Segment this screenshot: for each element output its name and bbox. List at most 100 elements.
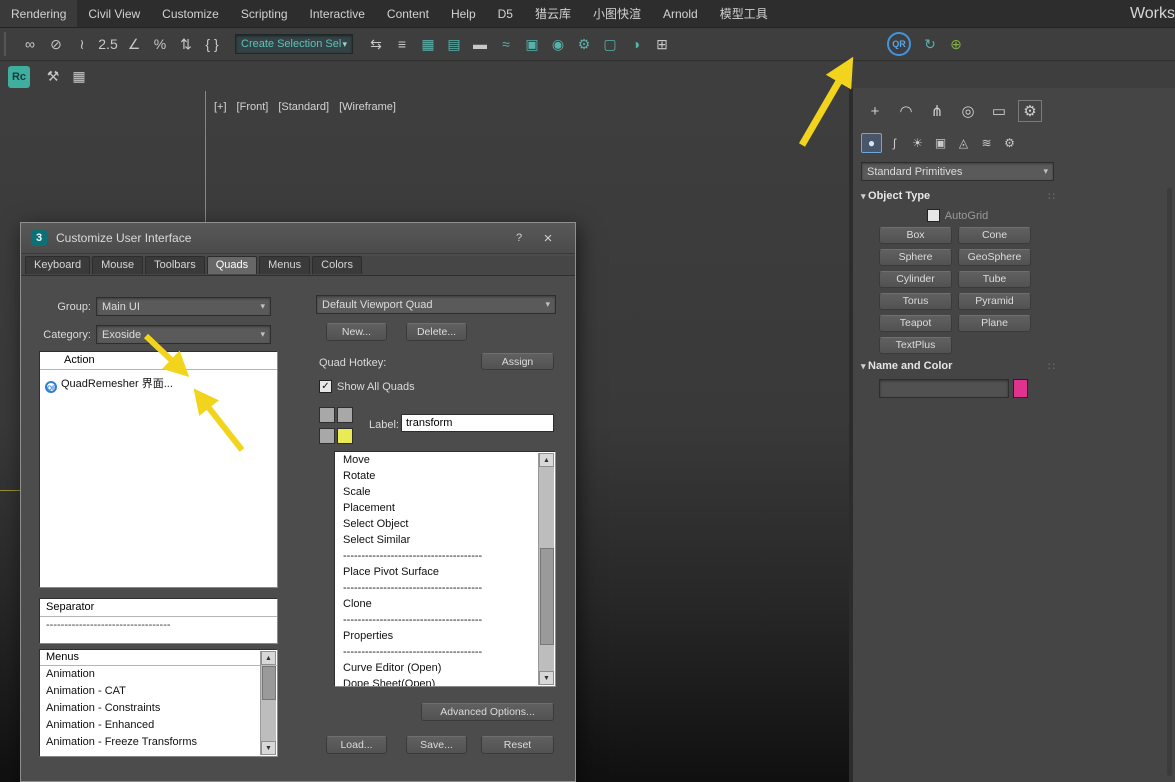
panel-scrollbar[interactable] [1167, 188, 1172, 776]
quad-menu-item[interactable]: Scale [335, 484, 540, 500]
align-icon[interactable]: ≡ [389, 31, 415, 57]
scroll-down-icon[interactable] [261, 741, 276, 755]
menu-item[interactable]: Rendering [0, 0, 78, 27]
quad-menu-item[interactable]: Place Pivot Surface [335, 564, 540, 580]
quad-selector-square[interactable] [319, 428, 335, 444]
new-button[interactable]: New... [326, 323, 387, 341]
quad-menu-item[interactable]: Rotate [335, 468, 540, 484]
toolbar-drag-handle[interactable] [4, 32, 11, 56]
create-tab-icon[interactable]: + [863, 100, 887, 122]
action-list[interactable]: Action QR QuadRemesher 界面... [39, 351, 278, 588]
quad-menu-item[interactable]: Clone [335, 596, 540, 612]
rc-plugin-icon[interactable]: Rc [8, 65, 30, 88]
scroll-thumb[interactable] [540, 548, 554, 645]
render-production-icon[interactable]: ◑ [623, 31, 649, 57]
group-dropdown[interactable]: Main UI [96, 297, 271, 316]
quad-menu-item[interactable]: Move [335, 452, 540, 468]
viewport-label-item[interactable]: [+] [214, 101, 227, 113]
render-setup-icon[interactable]: ⚙ [571, 31, 597, 57]
dialog-tab[interactable]: Mouse [92, 256, 144, 274]
menu-item[interactable]: Interactive [299, 0, 376, 27]
primitives-dropdown[interactable]: Standard Primitives [861, 162, 1054, 181]
advanced-options-button[interactable]: Advanced Options... [421, 703, 554, 721]
menu-item[interactable]: Help [440, 0, 487, 27]
quadremesher-icon[interactable]: QR [887, 32, 911, 56]
assign-button[interactable]: Assign [481, 353, 554, 370]
quad-menu-item[interactable]: Curve Editor (Open) [335, 660, 540, 676]
primitive-button[interactable]: Pyramid [958, 293, 1031, 310]
menus-list-item[interactable]: Animation - Freeze Transforms [40, 734, 262, 751]
spreadsheet-view-icon[interactable]: ▦ [66, 64, 92, 90]
scene-converter-icon[interactable]: ⚒ [40, 64, 66, 90]
close-icon[interactable]: × [531, 230, 565, 247]
bind-to-space-warp-icon[interactable]: ≀ [69, 31, 95, 57]
workspaces-menu[interactable]: Works [1119, 0, 1175, 27]
viewport-label-item[interactable]: [Wireframe] [339, 101, 396, 113]
primitive-button[interactable]: Plane [958, 315, 1031, 332]
scroll-up-icon[interactable] [261, 651, 276, 665]
percent-snap-icon[interactable]: % [147, 31, 173, 57]
separator-list[interactable]: Separator ------------------------------… [39, 598, 278, 644]
primitive-button[interactable]: GeoSphere [958, 249, 1031, 266]
dialog-titlebar[interactable]: 3 Customize User Interface ? × [21, 223, 575, 254]
unlink-selection-icon[interactable]: ⊘ [43, 31, 69, 57]
quad-selector-square[interactable] [319, 407, 335, 423]
quad-menu-item[interactable]: Placement [335, 500, 540, 516]
modify-tab-icon[interactable]: ◠ [894, 100, 918, 122]
spinner-snap-icon[interactable]: ⇅ [173, 31, 199, 57]
primitive-button[interactable]: Torus [879, 293, 952, 310]
load-button[interactable]: Load... [326, 736, 387, 754]
layer-explorer-icon[interactable]: ▤ [441, 31, 467, 57]
dialog-tab[interactable]: Quads [206, 256, 258, 274]
menu-item[interactable]: D5 [487, 0, 524, 27]
primitive-button[interactable]: Cylinder [879, 271, 952, 288]
primitive-button[interactable]: Cone [958, 227, 1031, 244]
menu-item[interactable]: 小图快渲 [582, 0, 652, 27]
menu-item[interactable]: Scripting [230, 0, 299, 27]
cameras-category-icon[interactable]: ▣ [930, 133, 951, 153]
quad-menu-item[interactable]: Select Object [335, 516, 540, 532]
mirror-icon[interactable]: ⇆ [363, 31, 389, 57]
rendered-frame-window-icon[interactable]: ▢ [597, 31, 623, 57]
separator-item[interactable]: ---------------------------------- [40, 617, 277, 634]
menu-item[interactable]: Content [376, 0, 440, 27]
menu-item[interactable]: 模型工具 [709, 0, 779, 27]
delete-button[interactable]: Delete... [406, 323, 467, 341]
menu-item[interactable]: 猎云库 [524, 0, 582, 27]
primitive-button[interactable]: Sphere [879, 249, 952, 266]
viewport-label-item[interactable]: [Standard] [278, 101, 329, 113]
dialog-tab[interactable]: Menus [259, 256, 311, 274]
scroll-down-icon[interactable] [539, 671, 554, 685]
scroll-thumb[interactable] [262, 666, 276, 700]
object-type-rollout[interactable]: Object Type ∷ [861, 190, 1061, 203]
display-tab-icon[interactable]: ▭ [987, 100, 1011, 122]
category-dropdown[interactable]: Exoside [96, 325, 271, 344]
quad-menu-item[interactable]: Select Similar [335, 532, 540, 548]
menu-item[interactable]: Arnold [652, 0, 709, 27]
quadremesher-settings-icon[interactable]: ⊕ [943, 31, 969, 57]
quadremesher-update-icon[interactable]: ↻ [917, 31, 943, 57]
edit-named-selection-sets-icon[interactable]: { } [199, 31, 225, 57]
menus-scrollbar[interactable] [260, 651, 276, 755]
primitive-button[interactable]: Teapot [879, 315, 952, 332]
primitive-button[interactable]: Tube [958, 271, 1031, 288]
autogrid-checkbox[interactable] [926, 209, 940, 222]
quad-menu-item[interactable]: -------------------------------------- [335, 612, 540, 628]
material-editor-icon[interactable]: ◉ [545, 31, 571, 57]
ribbon-toggle-icon[interactable]: ▬ [467, 31, 493, 57]
menus-list-item[interactable]: Animation - CAT [40, 683, 262, 700]
dialog-tab[interactable]: Keyboard [25, 256, 91, 274]
hierarchy-tab-icon[interactable]: ⋔ [925, 100, 949, 122]
schematic-view-icon[interactable]: ▣ [519, 31, 545, 57]
menus-list-item[interactable]: Animation - Enhanced [40, 717, 262, 734]
menus-list-item[interactable]: Animation - Constraints [40, 700, 262, 717]
helpers-category-icon[interactable]: ◬ [953, 133, 974, 153]
lights-category-icon[interactable]: ☀ [907, 133, 928, 153]
quad-menu-item[interactable]: -------------------------------------- [335, 580, 540, 596]
name-color-rollout[interactable]: Name and Color ∷ [861, 360, 1061, 373]
menus-list-item[interactable]: Animation [40, 666, 262, 683]
utilities-tab-icon[interactable]: ⚙ [1018, 100, 1042, 122]
motion-tab-icon[interactable]: ◎ [956, 100, 980, 122]
show-all-quads-checkbox[interactable] [319, 380, 332, 393]
space-warps-category-icon[interactable]: ≋ [976, 133, 997, 153]
